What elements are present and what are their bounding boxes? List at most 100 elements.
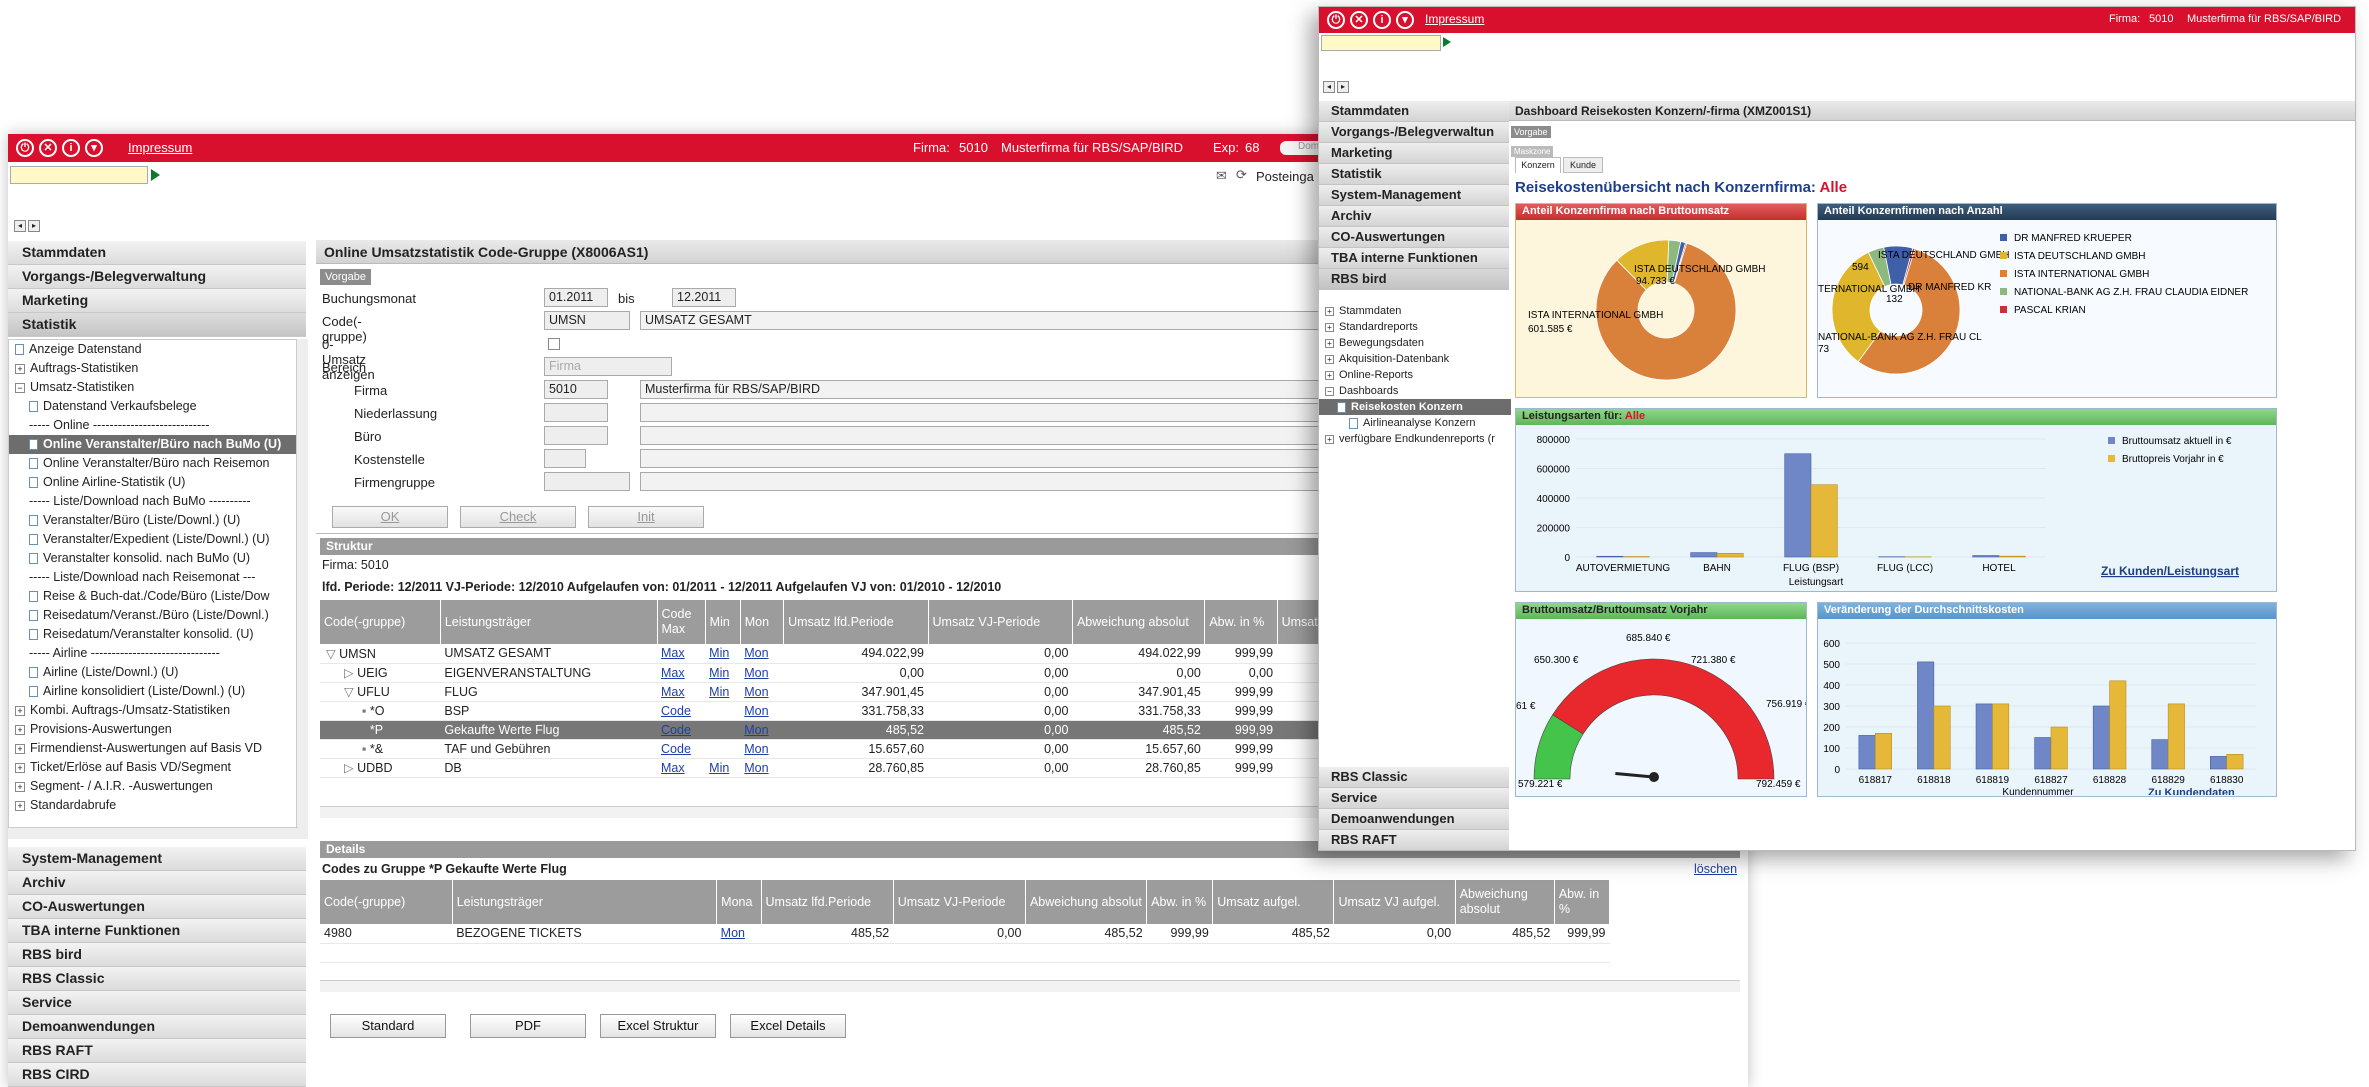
collapse-left-icon[interactable]: ◂	[1323, 81, 1335, 93]
cell-link[interactable]: Mon	[744, 761, 768, 775]
code-field[interactable]: UMSN	[544, 311, 630, 330]
go-arrow-icon[interactable]	[1443, 37, 1451, 47]
collapse-left-icon[interactable]: ◂	[14, 220, 26, 232]
nav-rbs-raft[interactable]: RBS RAFT	[8, 1039, 306, 1063]
bereich-select[interactable]: Firma	[544, 357, 672, 376]
tree-item[interactable]: Reisekosten Konzern	[1319, 399, 1511, 415]
column-header[interactable]: Leistungsträger	[440, 600, 658, 644]
mail-icon[interactable]: ✉	[1216, 168, 1227, 184]
leaf-icon[interactable]: ▪	[362, 723, 370, 737]
cell-link[interactable]: Mon	[721, 926, 745, 940]
column-header[interactable]: Abweichung absolut	[1072, 600, 1206, 644]
cell-link[interactable]: Mon	[744, 646, 768, 660]
cell-link[interactable]: Min	[709, 666, 729, 680]
nav-rbs-bird[interactable]: RBS bird	[8, 943, 306, 967]
tab-kunde[interactable]: Kunde	[1563, 157, 1603, 173]
nav-archiv[interactable]: Archiv	[8, 871, 306, 895]
excel-struktur-button[interactable]: Excel Struktur	[600, 1014, 716, 1038]
expand-icon[interactable]: +	[15, 363, 25, 374]
power-icon[interactable]: ⏻	[16, 139, 34, 157]
loeschen-link[interactable]: löschen	[1694, 862, 1737, 876]
firma-field[interactable]: 5010	[544, 380, 608, 399]
cell-link[interactable]: Max	[661, 646, 685, 660]
expand-icon[interactable]: +	[15, 724, 25, 735]
tree-hscrollbar[interactable]	[8, 827, 298, 839]
column-header[interactable]: Code Max	[657, 600, 706, 644]
tree-item[interactable]: Anzeige Datenstand	[9, 340, 307, 359]
command-input[interactable]	[10, 166, 148, 184]
tree-item[interactable]: Reisedatum/Veranst./Büro (Liste/Downl.)	[9, 606, 307, 625]
nav-marketing[interactable]: Marketing	[1319, 143, 1509, 164]
tree-item[interactable]: + Stammdaten	[1319, 303, 1511, 319]
niederlassung-field[interactable]	[544, 403, 608, 422]
tree-item[interactable]: − Umsatz-Statistiken	[9, 378, 307, 397]
nav-archiv[interactable]: Archiv	[1319, 206, 1509, 227]
refresh-icon[interactable]: ⟳	[1236, 167, 1247, 183]
nav-system-management[interactable]: System-Management	[8, 847, 306, 871]
tree-item[interactable]: + Kombi. Auftrags-/Umsatz-Statistiken	[9, 701, 307, 720]
nav-statistik[interactable]: Statistik	[1319, 164, 1509, 185]
toggle-icon[interactable]: ▷	[344, 761, 357, 775]
toggle-icon[interactable]: ▽	[326, 647, 339, 661]
table-row[interactable]: ▪ *O BSP Code Mon 331.758,33 0,00 331.758,33 99…	[320, 701, 1410, 721]
cell-link[interactable]: Min	[709, 646, 729, 660]
column-header[interactable]: Umsatz aufgel.	[1212, 880, 1335, 924]
column-header[interactable]: Umsatz lfd.Periode	[761, 880, 894, 924]
nav-service[interactable]: Service	[1319, 788, 1509, 809]
excel-details-button[interactable]: Excel Details	[730, 1014, 846, 1038]
table-row[interactable]: ▽ UMSN UMSATZ GESAMT Max Min Mon 494.022,99 0,…	[320, 644, 1410, 664]
tree-item[interactable]: + Standardabrufe	[9, 796, 307, 815]
nav-tba[interactable]: TBA interne Funktionen	[1319, 248, 1509, 269]
tree-item[interactable]: Online Veranstalter/Büro nach Reisemon	[9, 454, 307, 473]
nav-stammdaten[interactable]: Stammdaten	[8, 241, 306, 265]
pdf-button[interactable]: PDF	[470, 1014, 586, 1038]
month-to-field[interactable]: 12.2011	[672, 288, 736, 307]
month-from-field[interactable]: 01.2011	[544, 288, 608, 307]
details-hscrollbar[interactable]	[320, 980, 1740, 992]
command-input-b[interactable]	[1321, 35, 1441, 51]
nav-co-auswertungen[interactable]: CO-Auswertungen	[8, 895, 306, 919]
column-header[interactable]: Umsatz lfd.Periode	[783, 600, 929, 644]
nullumsatz-checkbox[interactable]	[548, 338, 560, 350]
expand-icon[interactable]: +	[1325, 322, 1334, 332]
tree-item[interactable]: + Standardreports	[1319, 319, 1511, 335]
column-header[interactable]: Abw. in %	[1146, 880, 1214, 924]
zu-kundendaten-link[interactable]: Zu Kundendaten	[2148, 787, 2235, 799]
cell-link[interactable]: Mon	[744, 704, 768, 718]
table-row[interactable]: ▷ UDBD DB Max Min Mon 28.760,85 0,00 28.760,85 9…	[320, 758, 1410, 778]
cell-link[interactable]: Min	[709, 685, 729, 699]
cell-link[interactable]: Code	[661, 704, 691, 718]
collapse-right-icon[interactable]: ▸	[28, 220, 40, 232]
table-row[interactable]: ▽ UFLU FLUG Max Min Mon 347.901,45 0,00 347.901…	[320, 682, 1410, 702]
column-header[interactable]: Umsatz VJ-Periode	[893, 880, 1026, 924]
expand-icon[interactable]: +	[1325, 338, 1334, 348]
collapse-icon[interactable]: −	[15, 382, 25, 393]
tree-item[interactable]: Reise & Buch-dat./Code/Büro (Liste/Dow	[9, 587, 307, 606]
column-header[interactable]: Umsatz VJ-Periode	[928, 600, 1073, 644]
power-icon[interactable]: ⏻	[1327, 11, 1345, 29]
nav-statistik[interactable]: Statistik	[8, 313, 306, 337]
nav-service[interactable]: Service	[8, 991, 306, 1015]
go-arrow-icon[interactable]	[151, 169, 160, 181]
toggle-icon[interactable]: ▷	[344, 666, 357, 680]
tree-scrollbar[interactable]	[296, 339, 308, 839]
close-icon[interactable]: ✕	[1350, 11, 1368, 29]
leaf-icon[interactable]: ▪	[362, 742, 370, 756]
cell-link[interactable]: Mon	[744, 723, 768, 737]
ok-button[interactable]: OK	[332, 506, 448, 528]
cell-link[interactable]: Mon	[744, 685, 768, 699]
nav-vorgangsverwaltung[interactable]: Vorgangs-/Belegverwaltung	[8, 265, 306, 289]
cell-link[interactable]: Mon	[744, 742, 768, 756]
cell-link[interactable]: Code	[661, 723, 691, 737]
tree-item[interactable]: + Segment- / A.I.R. -Auswertungen	[9, 777, 307, 796]
nav-co-auswertungen[interactable]: CO-Auswertungen	[1319, 227, 1509, 248]
standard-button[interactable]: Standard	[330, 1014, 446, 1038]
nav-rbs-classic[interactable]: RBS Classic	[8, 967, 306, 991]
tree-item[interactable]: Online Airline-Statistik (U)	[9, 473, 307, 492]
tree-item[interactable]: + Akquisition-Datenbank	[1319, 351, 1511, 367]
maskzone-tab[interactable]: Maskzone	[1511, 146, 1554, 157]
nav-tba[interactable]: TBA interne Funktionen	[8, 919, 306, 943]
tree-item[interactable]: Online Veranstalter/Büro nach BuMo (U)	[9, 435, 307, 454]
table-row[interactable]: ▷ UEIG EIGENVERANSTALTUNG Max Min Mon 0,00 0,0…	[320, 663, 1410, 683]
expand-icon[interactable]: +	[15, 743, 25, 754]
